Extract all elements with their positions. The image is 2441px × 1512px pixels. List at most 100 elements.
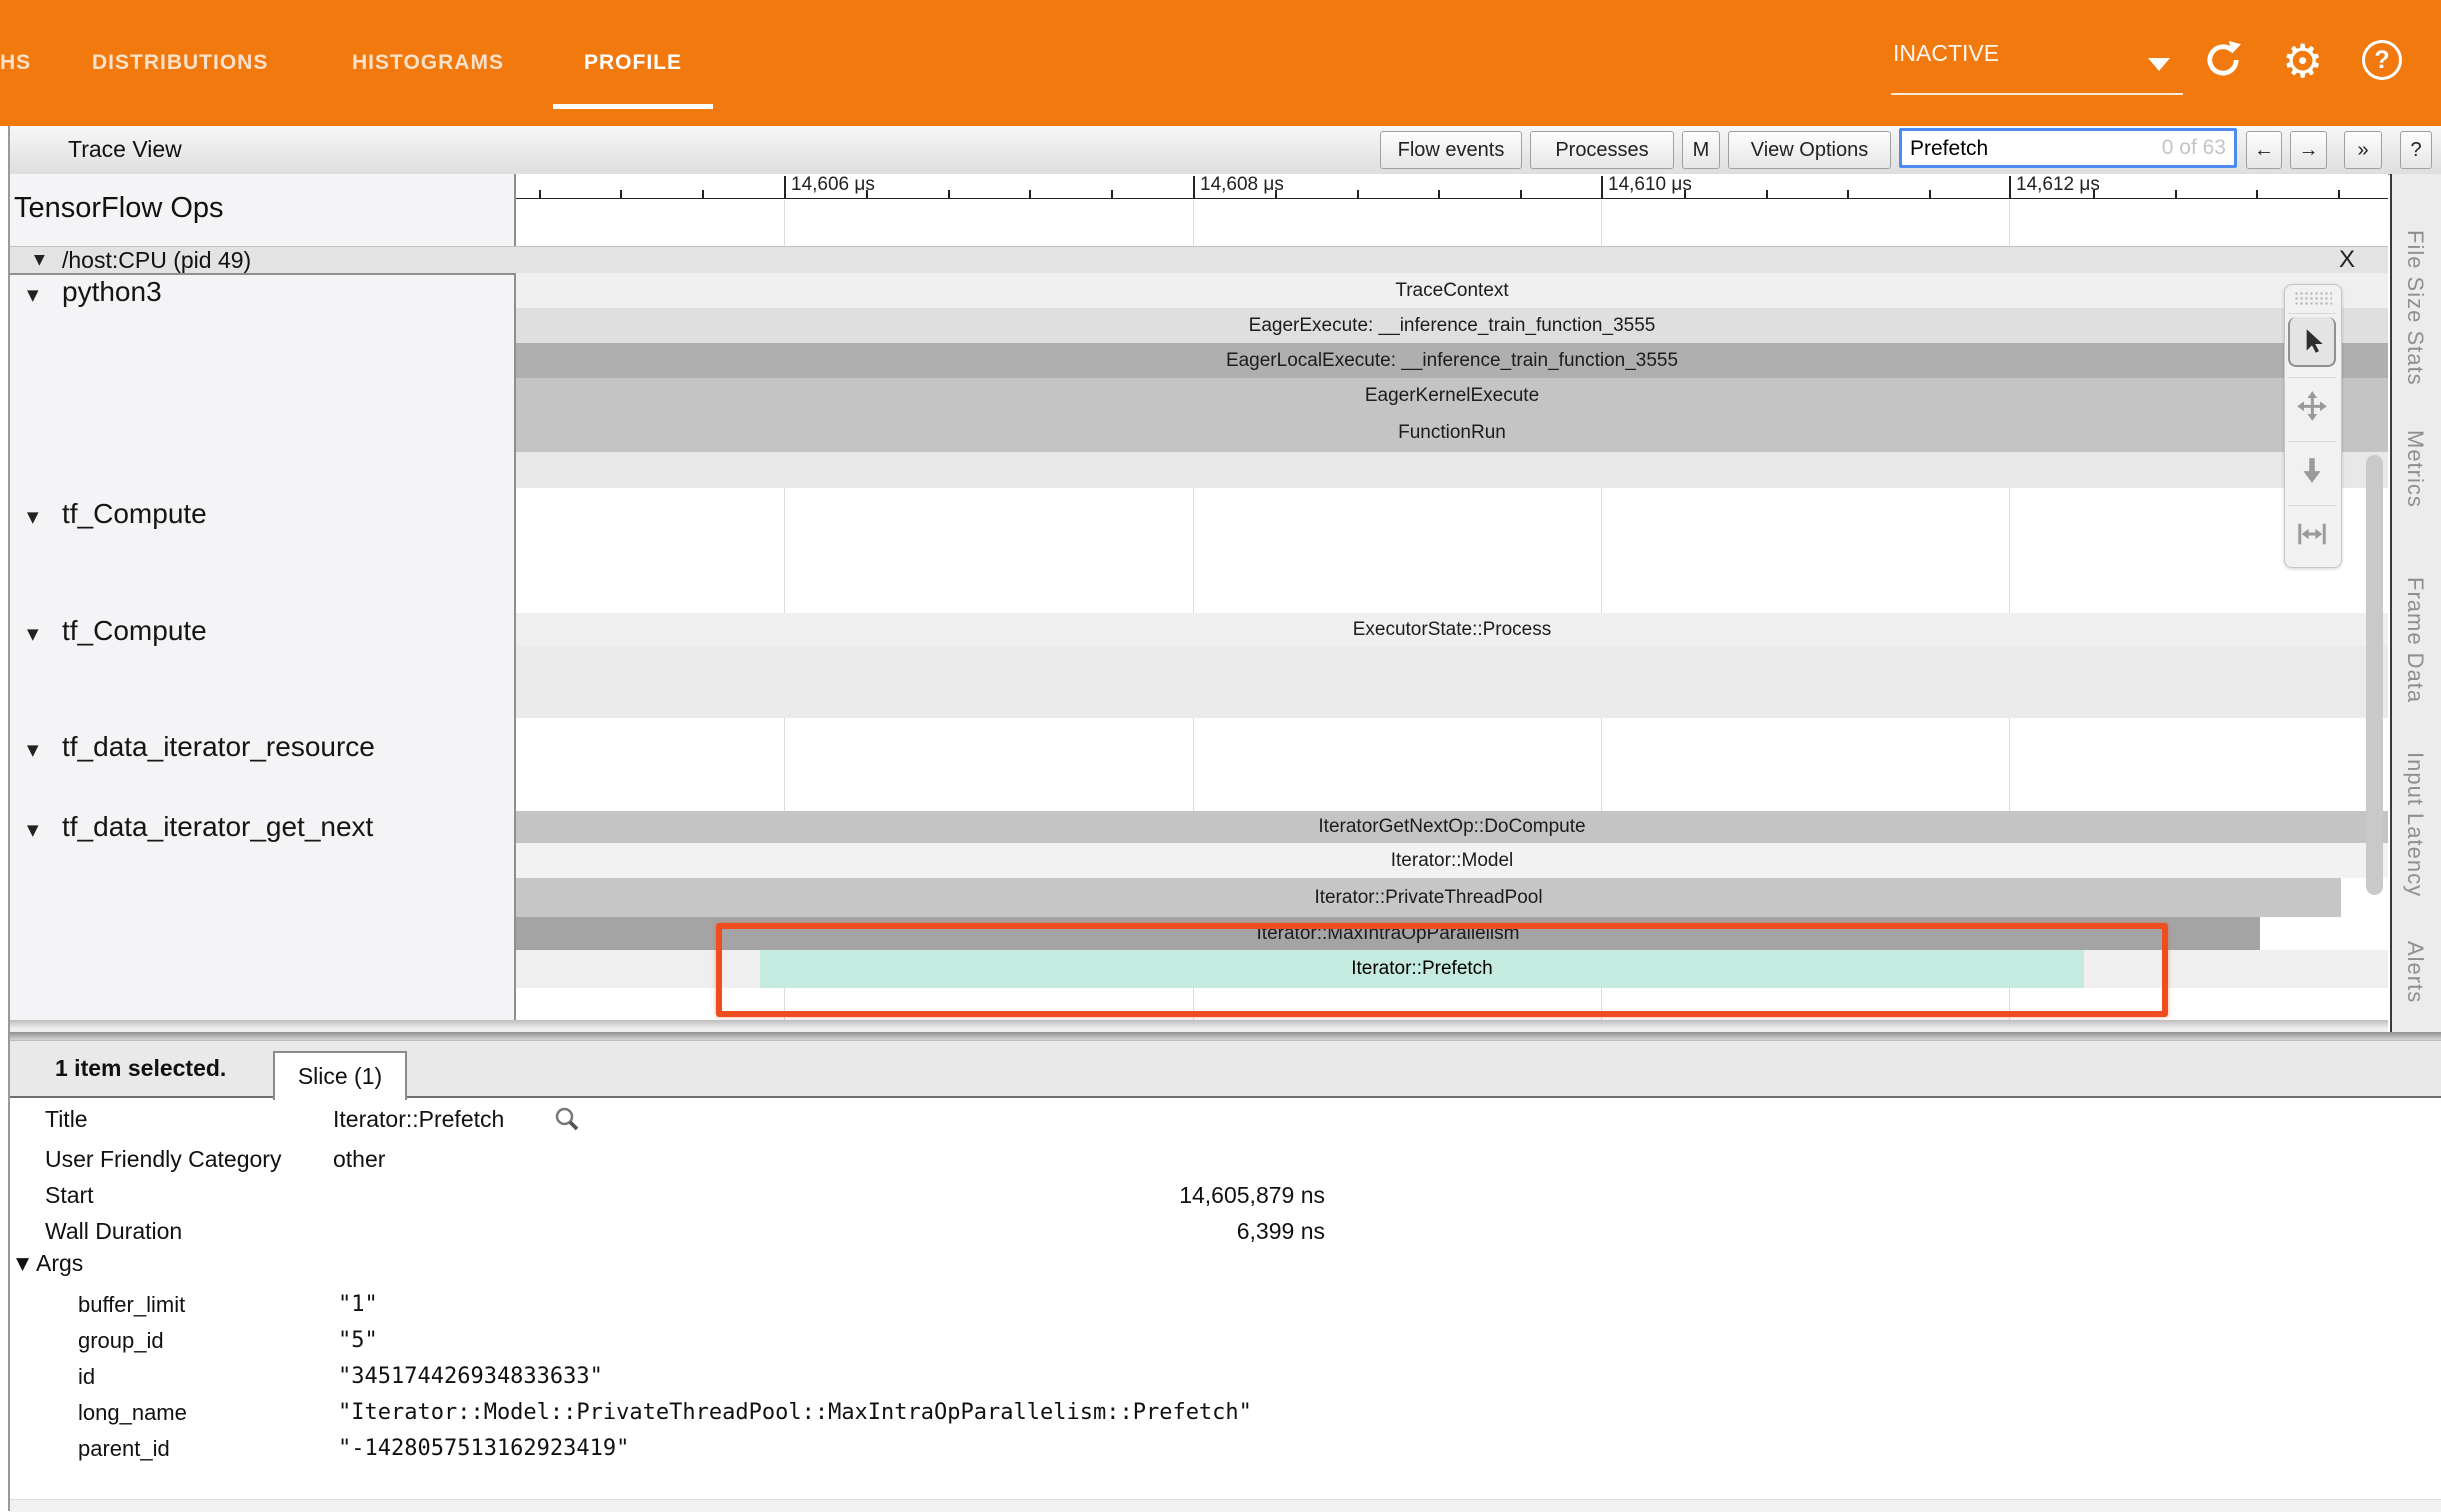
collapse-caret-icon[interactable]: ▼ <box>27 286 39 304</box>
ruler-tick-label: 14,608 μs <box>1200 174 1284 196</box>
track-label-tf-data-iterator-resource[interactable]: tf_data_iterator_resource <box>62 731 375 763</box>
event-bar-iterator-privatethreadpool[interactable]: Iterator::PrivateThreadPool <box>516 878 2341 917</box>
ruler-minor-tick <box>1029 190 1031 198</box>
search-result-count: 0 of 63 <box>2162 136 2226 160</box>
arg-key-group-id: group_id <box>78 1328 164 1354</box>
ruler-minor-tick <box>620 190 622 198</box>
event-bar-tracecontext[interactable]: TraceContext <box>516 273 2388 308</box>
field-label-title: Title <box>45 1106 88 1133</box>
ruler-minor-tick <box>1357 190 1359 198</box>
ruler-minor-tick <box>1847 190 1849 198</box>
pan-icon <box>2296 390 2328 422</box>
event-band[interactable] <box>516 452 2388 488</box>
event-bar-eagerexecute[interactable]: EagerExecute: __inference_train_function… <box>516 308 2388 343</box>
ruler-baseline <box>516 198 2388 199</box>
track-label-tf-data-iterator-get-next[interactable]: tf_data_iterator_get_next <box>62 811 373 843</box>
active-tab-underline <box>553 104 713 109</box>
event-bar-eagerkernelexecute[interactable]: EagerKernelExecute <box>516 378 2388 414</box>
field-value-category: other <box>333 1146 385 1173</box>
search-prev-button[interactable]: ← <box>2246 131 2282 169</box>
flow-events-button[interactable]: Flow events <box>1380 131 1522 169</box>
trace-view-title: Trace View <box>68 136 182 163</box>
collapse-caret-icon[interactable]: ▼ <box>34 252 45 268</box>
collapse-caret-icon[interactable]: ▼ <box>27 741 39 759</box>
ruler-minor-tick <box>1766 190 1768 198</box>
args-section-label: Args <box>36 1250 83 1277</box>
side-tab-input-latency[interactable]: Input Latency <box>2402 752 2428 897</box>
event-bar-executorstate-process[interactable]: ExecutorState::Process <box>516 613 2388 646</box>
side-tab-alerts[interactable]: Alerts <box>2402 941 2428 1003</box>
ruler-tick-label: 14,612 μs <box>2016 174 2100 196</box>
tab-histograms[interactable]: HISTOGRAMS <box>352 0 504 126</box>
ruler-minor-tick <box>1111 190 1113 198</box>
field-label-start: Start <box>45 1182 94 1209</box>
collapse-caret-icon[interactable]: ▼ <box>27 625 39 643</box>
ruler-minor-tick <box>1438 190 1440 198</box>
event-band[interactable] <box>516 646 2388 718</box>
ruler-minor-tick <box>2175 190 2177 198</box>
trace-search-input[interactable] <box>1908 133 2152 165</box>
event-bar-iteratorgetnextop[interactable]: IteratorGetNextOp::DoCompute <box>516 811 2388 843</box>
event-bar-eagerlocalexecute[interactable]: EagerLocalExecute: __inference_train_fun… <box>516 343 2388 378</box>
palette-drag-handle[interactable] <box>2294 291 2332 307</box>
chevron-down-icon[interactable] <box>2148 58 2170 71</box>
panel-divider[interactable] <box>10 1032 2441 1040</box>
track-label-tensorflow-ops: TensorFlow Ops <box>14 192 224 225</box>
field-value-title: Iterator::Prefetch <box>333 1106 504 1133</box>
ruler-minor-tick <box>702 190 704 198</box>
tab-slice[interactable]: Slice (1) <box>273 1051 407 1100</box>
process-header-row[interactable] <box>10 246 2388 275</box>
trace-search-box: 0 of 63 <box>1899 128 2237 168</box>
app-header: HS DISTRIBUTIONS HISTOGRAMS PROFILE INAC… <box>0 0 2441 126</box>
field-value-start: 14,605,879 ns <box>900 1182 1325 1209</box>
settings-gear-icon[interactable]: ⚙ <box>2282 34 2323 88</box>
run-selector-dropdown[interactable]: INACTIVE <box>1893 40 2183 80</box>
track-label-python3[interactable]: python3 <box>62 276 162 308</box>
vertical-scrollbar-thumb[interactable] <box>2366 455 2383 895</box>
view-options-button[interactable]: View Options <box>1728 131 1891 169</box>
side-tab-frame-data[interactable]: Frame Data <box>2402 577 2428 703</box>
track-label-tf-compute-2[interactable]: tf_Compute <box>62 615 207 647</box>
more-button[interactable]: » <box>2344 131 2382 169</box>
close-process-button[interactable]: X <box>2332 246 2362 272</box>
collapse-caret-icon[interactable]: ▼ <box>27 821 39 839</box>
ruler-minor-tick <box>866 190 868 198</box>
selection-tool-button[interactable] <box>2288 313 2336 370</box>
ruler-minor-tick <box>2093 190 2095 198</box>
search-next-button[interactable]: → <box>2290 131 2327 169</box>
ruler-minor-tick <box>539 190 541 198</box>
vertical-zoom-tool-button[interactable] <box>2288 441 2336 498</box>
tab-hs[interactable]: HS <box>0 0 31 126</box>
ruler-minor-tick <box>1684 190 1686 198</box>
trace-help-button[interactable]: ? <box>2400 131 2432 169</box>
timing-tool-button[interactable] <box>2288 505 2336 562</box>
ruler-tick-label: 14,606 μs <box>791 174 875 196</box>
ruler-major-tick <box>784 176 786 198</box>
track-label-tf-compute-1[interactable]: tf_Compute <box>62 498 207 530</box>
processes-button[interactable]: Processes <box>1530 131 1674 169</box>
side-tab-metrics[interactable]: Metrics <box>2402 430 2428 508</box>
ruler-major-tick <box>1601 176 1603 198</box>
pan-tool-button[interactable] <box>2288 377 2336 434</box>
help-icon[interactable]: ? <box>2362 40 2402 80</box>
tab-distributions[interactable]: DISTRIBUTIONS <box>92 0 268 126</box>
arg-value-id: "345174426934833633" <box>338 1364 603 1389</box>
run-selector-underline <box>1891 93 2183 95</box>
ruler-minor-tick <box>2338 190 2340 198</box>
collapse-caret-icon[interactable]: ▼ <box>27 508 39 526</box>
args-collapse-caret-icon[interactable]: ▼ <box>16 1254 29 1274</box>
magnifier-icon[interactable] <box>552 1104 582 1139</box>
selection-highlight-box <box>716 923 2168 1017</box>
arg-value-group-id: "5" <box>338 1328 378 1353</box>
arg-key-long-name: long_name <box>78 1400 187 1426</box>
ruler-major-tick <box>1193 176 1195 198</box>
event-bar-iterator-model[interactable]: Iterator::Model <box>516 843 2388 878</box>
ruler-minor-tick <box>1520 190 1522 198</box>
refresh-icon[interactable] <box>2200 38 2246 84</box>
event-bar-functionrun[interactable]: FunctionRun <box>516 414 2388 452</box>
arg-key-parent-id: parent_id <box>78 1436 170 1462</box>
selection-status-text: 1 item selected. <box>55 1055 226 1082</box>
side-tab-file-size-stats[interactable]: File Size Stats <box>2402 230 2428 386</box>
m-button[interactable]: M <box>1682 131 1720 169</box>
footer-strip <box>10 1499 2441 1512</box>
